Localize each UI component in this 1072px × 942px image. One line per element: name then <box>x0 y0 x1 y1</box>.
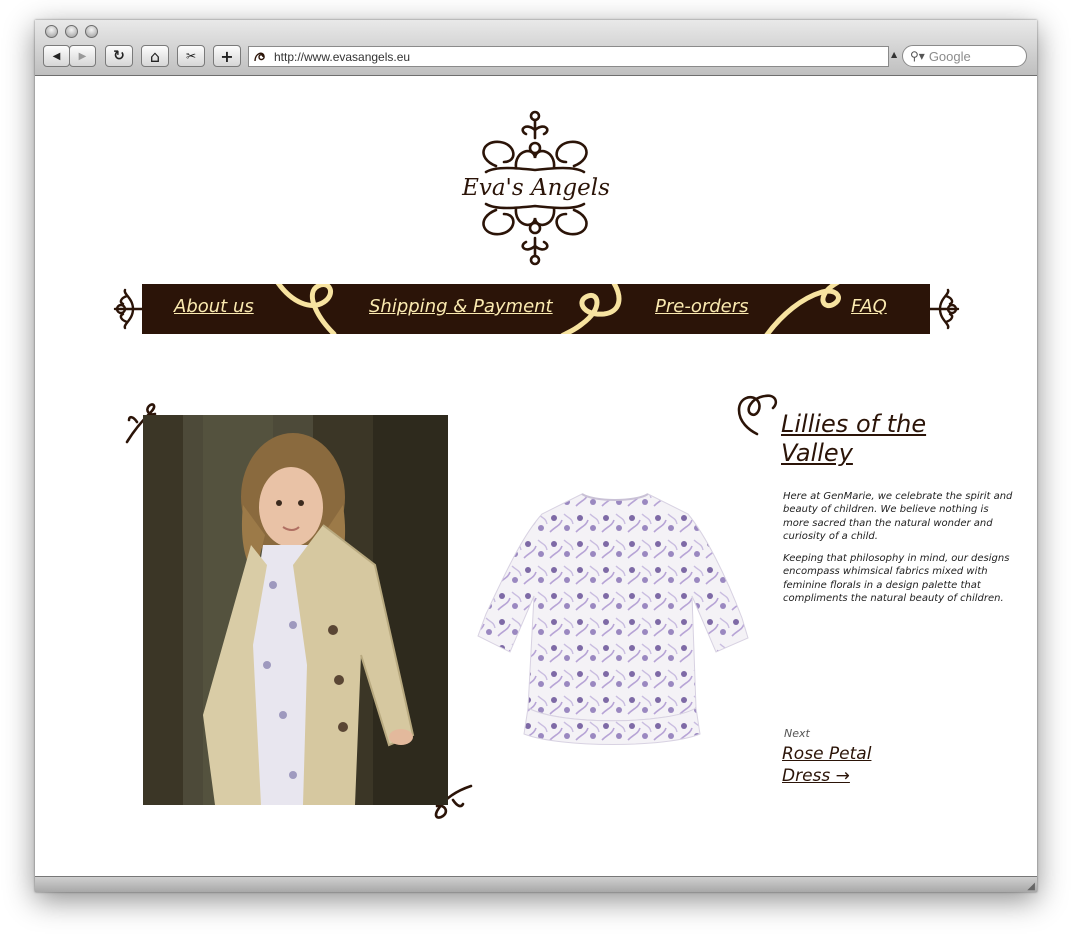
nav-left-ornament <box>113 288 145 330</box>
home-icon: ⌂ <box>149 46 161 66</box>
close-window-button[interactable] <box>45 25 58 38</box>
site-favicon-icon <box>254 52 265 61</box>
home-button[interactable]: ⌂ <box>141 45 169 67</box>
add-bookmark-button[interactable]: + <box>213 45 241 67</box>
product-title[interactable]: Lillies of the Valley <box>781 410 981 468</box>
status-bar: ◢ <box>35 876 1037 892</box>
next-product-link[interactable]: Rose Petal Dress → <box>782 743 902 787</box>
nav-shipping-payment[interactable]: Shipping & Payment <box>369 296 553 317</box>
reload-icon: ↻ <box>113 48 125 64</box>
zoom-window-button[interactable] <box>85 25 98 38</box>
next-label: Next <box>784 727 810 740</box>
search-icon: ⚲▾ <box>910 49 925 63</box>
product-description-1: Here at GenMarie, we celebrate the spiri… <box>783 491 1013 542</box>
browser-toolbar: ◀ ▶ ↻ ⌂ ✂ + http://www.evasangels.eu ▲ ⚲… <box>35 20 1037 76</box>
main-nav: About us Shipping & Payment Pre-orders F… <box>142 284 930 334</box>
model-photo[interactable] <box>143 415 448 805</box>
search-field[interactable]: ⚲▾ Google <box>902 45 1027 67</box>
browser-window: ◀ ▶ ↻ ⌂ ✂ + http://www.evasangels.eu ▲ ⚲… <box>35 20 1037 892</box>
plus-icon: + <box>220 46 234 66</box>
resize-grip-icon[interactable]: ◢ <box>1027 881 1035 892</box>
title-flourish <box>737 394 778 436</box>
site-logo[interactable]: Eva's Angels <box>456 108 616 268</box>
dress-photo[interactable] <box>470 486 760 746</box>
scissors-icon: ✂ <box>185 49 197 63</box>
nav-right-ornament <box>928 288 960 330</box>
forward-button[interactable]: ▶ <box>69 45 96 67</box>
nav-pre-orders[interactable]: Pre-orders <box>655 296 749 317</box>
nav-faq[interactable]: FAQ <box>851 296 887 317</box>
logo-text: Eva's Angels <box>461 175 610 201</box>
address-bar[interactable]: http://www.evasangels.eu <box>248 46 889 67</box>
product-description-2: Keeping that philosophy in mind, our des… <box>783 553 1010 604</box>
search-placeholder: Google <box>928 48 971 64</box>
reload-button[interactable]: ↻ <box>105 45 133 67</box>
dress-illustration <box>477 493 749 745</box>
minimize-window-button[interactable] <box>65 25 78 38</box>
photo-illustration <box>143 415 448 805</box>
webclip-button[interactable]: ✂ <box>177 45 205 67</box>
page-content: Eva's Angels About us Shipping & Payment… <box>35 76 1037 876</box>
forward-icon: ▶ <box>78 50 87 62</box>
nav-about-us[interactable]: About us <box>174 296 254 317</box>
back-icon: ◀ <box>52 50 61 62</box>
back-button[interactable]: ◀ <box>43 45 70 67</box>
address-dropdown-icon[interactable]: ▲ <box>891 50 897 59</box>
url-text: http://www.evasangels.eu <box>274 49 411 64</box>
